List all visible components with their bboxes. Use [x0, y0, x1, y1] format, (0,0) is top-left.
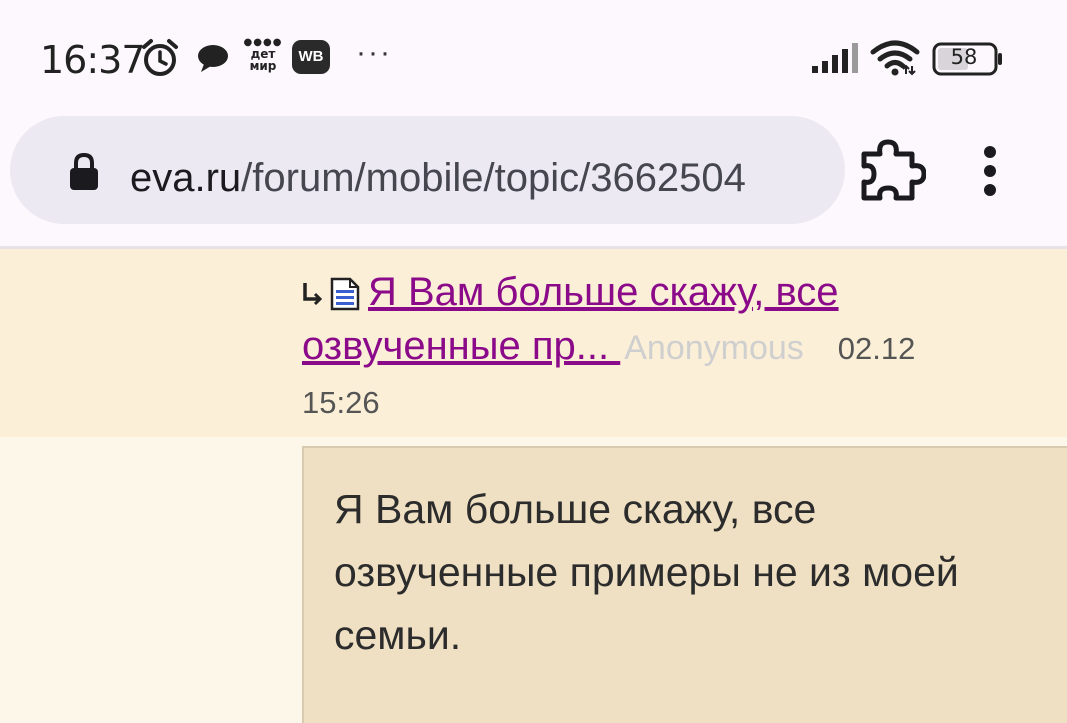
reply-arrow-icon	[303, 283, 323, 306]
url-text[interactable]: eva.ru/forum/mobile/topic/3662504	[130, 154, 835, 202]
detmir-label-bottom: мир	[249, 59, 277, 73]
address-bar[interactable]: eva.ru/forum/mobile/topic/3662504	[10, 116, 845, 224]
status-bar: 16:37 ●●●● дет мир WB ··· 58	[0, 0, 1067, 110]
reply-row: Я Вам больше скажу, все озвученные пр...…	[0, 249, 1067, 437]
browser-toolbar: eva.ru/forum/mobile/topic/3662504	[0, 110, 1067, 247]
signal-icon	[812, 43, 858, 73]
reply-content: Я Вам больше скажу, все озвученные пр...…	[302, 265, 1002, 430]
status-time: 16:37	[40, 38, 146, 82]
url-domain: eva.ru	[130, 156, 242, 200]
reply-time: 15:26	[302, 385, 380, 420]
chat-bubble-icon	[198, 45, 228, 72]
message-text: Я Вам больше скажу, все озвученные приме…	[334, 486, 959, 658]
puzzle-icon[interactable]	[858, 136, 926, 204]
message-box: Я Вам больше скажу, все озвученные приме…	[302, 446, 1067, 723]
detmir-app-icon: ●●●● дет мир	[243, 37, 283, 73]
document-icon	[330, 278, 360, 311]
wifi-icon	[870, 40, 920, 76]
url-path: /forum/mobile/topic/3662504	[241, 156, 746, 200]
alarm-icon	[142, 39, 178, 76]
three-dots-vertical-icon[interactable]	[976, 146, 1004, 196]
battery-level: 58	[950, 45, 978, 69]
reply-author: Anonymous	[624, 329, 804, 367]
more-notifications-icon: ···	[356, 36, 392, 69]
lock-icon	[70, 152, 98, 190]
reply-date: 02.12	[837, 331, 916, 366]
wb-app-icon: WB	[292, 40, 330, 74]
